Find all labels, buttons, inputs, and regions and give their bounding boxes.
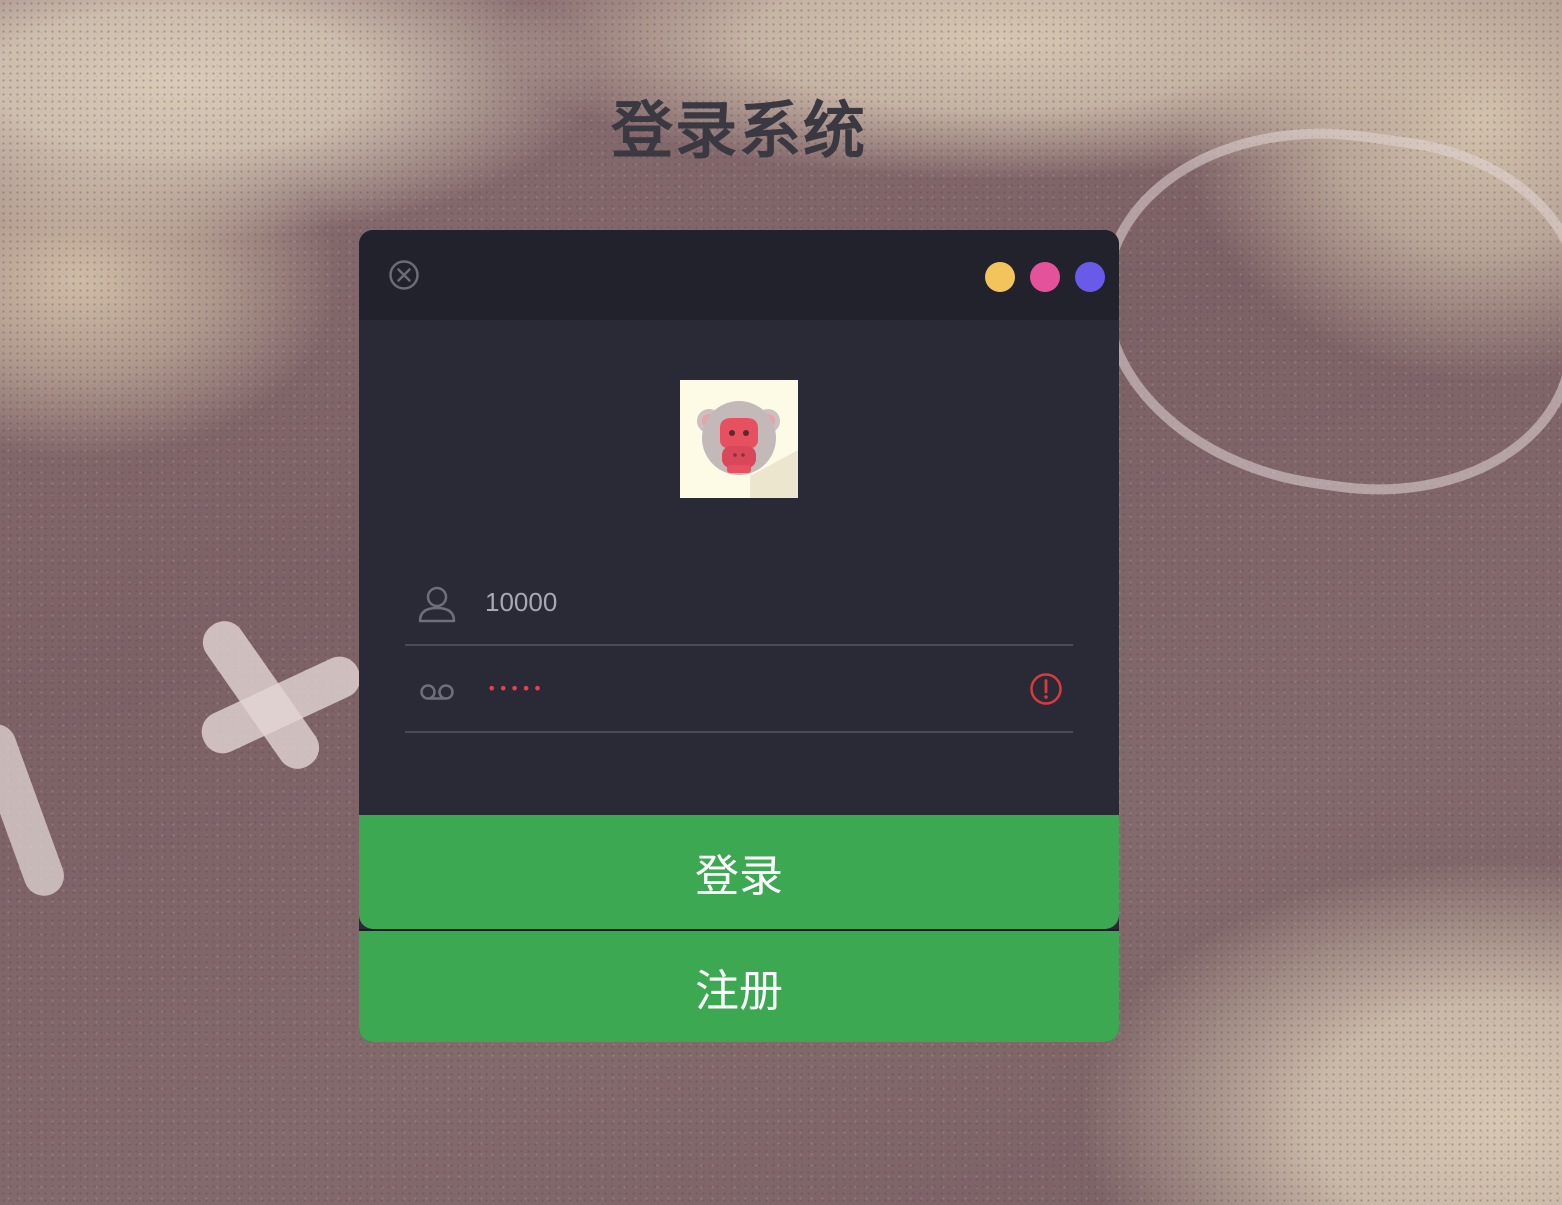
page-title: 登录系统	[610, 94, 867, 167]
yellow-dot[interactable]	[985, 262, 1015, 292]
pink-dot[interactable]	[1030, 262, 1060, 292]
login-panel: ••••• 登录 注册	[359, 230, 1119, 1042]
purple-dot[interactable]	[1075, 262, 1105, 292]
avatar	[680, 380, 798, 498]
password-field: •••••	[405, 647, 1073, 733]
monkey-face-icon	[680, 380, 798, 498]
password-input[interactable]: •••••	[487, 669, 544, 709]
close-icon[interactable]	[388, 259, 420, 291]
user-icon	[418, 586, 456, 623]
window-titlebar	[359, 230, 1119, 320]
username-field	[405, 560, 1073, 646]
warning-icon	[1030, 673, 1062, 705]
login-button[interactable]: 登录	[359, 815, 1119, 929]
username-input[interactable]	[485, 578, 1005, 626]
sand-x-drawing	[170, 610, 370, 780]
register-button[interactable]: 注册	[359, 929, 1119, 1042]
voicemail-key-icon	[420, 684, 454, 700]
window-controls	[985, 262, 1105, 292]
